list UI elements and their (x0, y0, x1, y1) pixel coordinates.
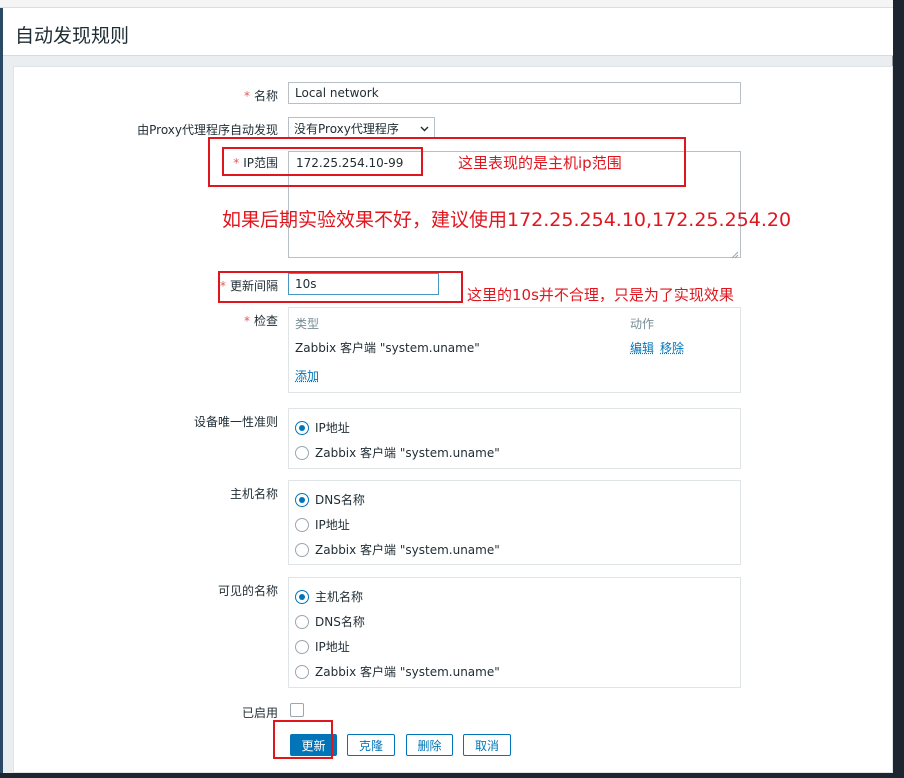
top-bar (0, 0, 893, 8)
sidebar-edge (0, 8, 3, 773)
host-name-option-agent[interactable]: Zabbix 客户端 "system.uname" (295, 541, 500, 558)
page-header: 自动发现规则 (3, 8, 893, 56)
page-title: 自动发现规则 (15, 25, 130, 47)
check-remove-link[interactable]: 移除 (660, 339, 684, 356)
option-label: Zabbix 客户端 "system.uname" (315, 446, 500, 460)
ip-range-label: * IP范围 (233, 154, 278, 171)
check-edit-link[interactable]: 编辑 (630, 339, 654, 356)
checks-label-text: 检查 (253, 314, 278, 328)
resize-handle-icon[interactable] (731, 248, 739, 259)
option-label: Zabbix 客户端 "system.uname" (315, 543, 500, 557)
chevron-down-icon (420, 121, 429, 135)
radio-icon[interactable] (295, 664, 309, 679)
radio-icon[interactable] (295, 542, 309, 557)
update-button[interactable]: 更新 (290, 734, 337, 756)
option-label: Zabbix 客户端 "system.uname" (315, 665, 500, 679)
host-name-label: 主机名称 (229, 487, 278, 501)
option-label: DNS名称 (315, 615, 365, 629)
required-mark: * (219, 279, 226, 293)
radio-icon[interactable] (295, 445, 309, 460)
interval-label: * 更新间隔 (220, 277, 278, 294)
page: 自动发现规则 * 名称 Local network 由Proxy代理程序自动发现 … (0, 0, 893, 773)
radio-icon[interactable] (295, 517, 309, 532)
radio-selected-icon[interactable] (295, 420, 309, 435)
form-card: * 名称 Local network 由Proxy代理程序自动发现 没有Proxy… (13, 66, 893, 773)
option-label: IP地址 (315, 640, 350, 654)
option-label: IP地址 (315, 518, 350, 532)
ip-range-value: 172.25.254.10-99 (296, 156, 404, 170)
interval-input[interactable]: 10s (288, 273, 439, 295)
visible-name-option-dns[interactable]: DNS名称 (295, 613, 365, 630)
check-add-link[interactable]: 添加 (295, 367, 319, 384)
enabled-checkbox[interactable] (290, 703, 304, 717)
radio-selected-icon[interactable] (295, 492, 309, 507)
annotation-suggest-note: 如果后期实验效果不好，建议使用172.25.254.10,172.25.254.… (222, 209, 792, 231)
checks-col-action: 动作 (630, 317, 655, 331)
proxy-label: 由Proxy代理程序自动发现 (137, 123, 278, 137)
name-label: * 名称 (244, 87, 278, 104)
annotation-interval-note: 这里的10s并不合理，只是为了实现效果 (467, 286, 734, 304)
uniqueness-option-ip[interactable]: IP地址 (295, 419, 350, 436)
required-mark: * (233, 156, 240, 170)
radio-icon[interactable] (295, 614, 309, 629)
name-input[interactable]: Local network (288, 82, 741, 104)
host-name-option-dns[interactable]: DNS名称 (295, 491, 365, 508)
visible-name-label: 可见的名称 (217, 584, 278, 598)
annotation-ip-note: 这里表现的是主机ip范围 (458, 154, 622, 172)
host-name-option-ip[interactable]: IP地址 (295, 516, 350, 533)
cancel-button[interactable]: 取消 (463, 734, 511, 756)
uniqueness-options: IP地址 Zabbix 客户端 "system.uname" (288, 408, 741, 469)
option-label: DNS名称 (315, 493, 365, 507)
checks-label: * 检查 (244, 312, 278, 329)
checks-table: 类型 动作 Zabbix 客户端 "system.uname" 编辑 移除 添加 (288, 307, 741, 393)
required-mark: * (243, 314, 250, 328)
enabled-label: 已启用 (241, 706, 278, 720)
delete-button[interactable]: 删除 (406, 734, 453, 756)
radio-selected-icon[interactable] (295, 589, 309, 604)
proxy-select-value: 没有Proxy代理程序 (294, 121, 399, 136)
visible-name-option-ip[interactable]: IP地址 (295, 638, 350, 655)
visible-name-options: 主机名称 DNS名称 IP地址 Zabbix 客户端 "system.uname… (288, 577, 741, 688)
radio-icon[interactable] (295, 639, 309, 654)
visible-name-option-agent[interactable]: Zabbix 客户端 "system.uname" (295, 663, 500, 680)
checks-row-type: Zabbix 客户端 "system.uname" (295, 341, 480, 355)
name-label-text: 名称 (253, 89, 278, 103)
interval-label-text: 更新间隔 (229, 279, 278, 293)
option-label: IP地址 (315, 421, 350, 435)
ip-range-label-text: IP范围 (243, 156, 278, 170)
required-mark: * (243, 89, 250, 103)
checks-col-type: 类型 (295, 317, 320, 331)
host-name-options: DNS名称 IP地址 Zabbix 客户端 "system.uname" (288, 480, 741, 565)
clone-button[interactable]: 克隆 (347, 734, 395, 756)
uniqueness-label: 设备唯一性准则 (193, 415, 278, 429)
visible-name-option-host[interactable]: 主机名称 (295, 588, 363, 605)
option-label: 主机名称 (315, 590, 364, 604)
proxy-select[interactable]: 没有Proxy代理程序 (288, 117, 435, 139)
uniqueness-option-agent[interactable]: Zabbix 客户端 "system.uname" (295, 444, 500, 461)
